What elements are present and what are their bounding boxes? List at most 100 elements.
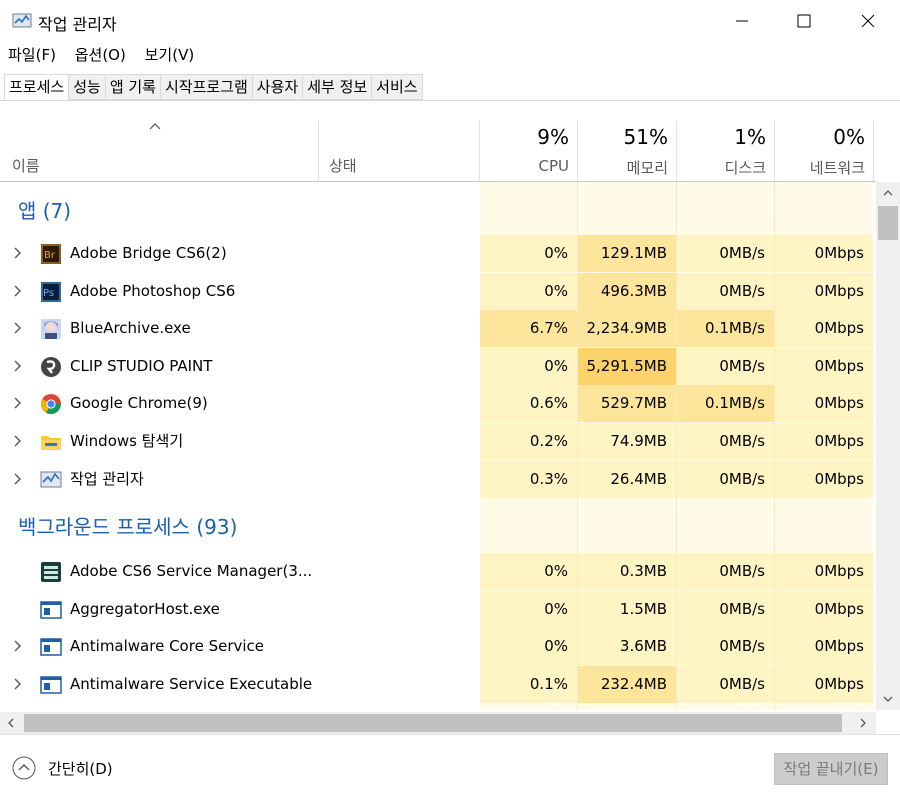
tab-users[interactable]: 사용자 xyxy=(251,74,304,100)
header-network[interactable]: 0% 네트워크 xyxy=(775,121,873,181)
cpu-cell: 0.3% xyxy=(480,460,577,498)
process-name: BlueArchive.exe xyxy=(70,319,191,338)
service-manager-icon xyxy=(41,562,61,582)
tab-startup[interactable]: 시작프로그램 xyxy=(159,74,253,100)
clip-studio-icon xyxy=(41,356,61,377)
process-row[interactable]: AggregatorHost.exe 0% 1.5MB 0MB/s 0Mbps xyxy=(0,590,876,628)
disk-cell: 0MB/s xyxy=(677,423,774,460)
chevron-right-icon[interactable] xyxy=(12,473,24,485)
maximize-button[interactable] xyxy=(772,0,836,42)
header-name-label: 이름 xyxy=(12,157,40,175)
process-row[interactable]: CLIP STUDIO PAINT 0% 5,291.5MB 0MB/s 0Mbps xyxy=(0,347,876,385)
cpu-cell: 0.2% xyxy=(480,423,577,460)
network-cell: 0Mbps xyxy=(775,235,873,272)
process-row[interactable]: Adobe CS6 Service Manager(3... 0% 0.3MB 0MB… xyxy=(0,553,876,590)
disk-cell: 0MB/s xyxy=(677,553,774,590)
bluearchive-icon xyxy=(41,319,61,340)
network-cell: 0Mbps xyxy=(775,423,873,460)
chevron-right-icon[interactable] xyxy=(12,360,24,372)
process-row[interactable]: Antimalware Service Executable 0.1% 232.4M… xyxy=(0,665,876,703)
sort-up-icon xyxy=(149,123,161,130)
adobe-bridge-icon: Br xyxy=(41,244,61,264)
chevron-right-icon[interactable] xyxy=(12,678,24,690)
cpu-cell: 0.6% xyxy=(480,385,577,423)
horizontal-scroll-thumb[interactable] xyxy=(24,714,842,732)
disk-cell: 0MB/s xyxy=(677,665,774,703)
menu-file[interactable]: 파일(F) xyxy=(8,44,56,65)
maximize-icon xyxy=(797,14,811,28)
cpu-cell: 0% xyxy=(480,272,577,310)
close-button[interactable] xyxy=(836,0,900,42)
process-row[interactable]: Windows 탐색기 0.2% 74.9MB 0MB/s 0Mbps xyxy=(0,423,876,460)
window-title: 작업 관리자 xyxy=(38,15,117,34)
network-cell: 0Mbps xyxy=(775,665,873,703)
menu-bar: 파일(F) 옵션(O) 보기(V) xyxy=(0,44,200,68)
memory-cell: 496.3MB xyxy=(578,272,676,310)
disk-cell: 0MB/s xyxy=(677,347,774,385)
scroll-right-icon[interactable] xyxy=(860,718,866,728)
task-manager-icon xyxy=(12,13,32,28)
process-name: Adobe Bridge CS6(2) xyxy=(70,244,227,262)
network-cell: 0Mbps xyxy=(775,628,873,666)
chevron-right-icon[interactable] xyxy=(12,397,24,409)
tab-services[interactable]: 서비스 xyxy=(371,74,423,100)
chevron-right-icon[interactable] xyxy=(12,285,24,297)
chevron-right-icon[interactable] xyxy=(12,640,24,652)
header-disk[interactable]: 1% 디스크 xyxy=(677,121,774,181)
process-row[interactable]: BlueArchive.exe 6.7% 2,234.9MB 0.1MB/s 0Mbps xyxy=(0,310,876,348)
tab-details[interactable]: 세부 정보 xyxy=(302,74,373,100)
chevron-right-icon[interactable] xyxy=(12,322,24,334)
cpu-total: 9% xyxy=(537,125,569,149)
minimize-button[interactable] xyxy=(710,0,774,42)
network-cell: 0Mbps xyxy=(775,590,873,628)
header-status-label: 상태 xyxy=(329,157,357,175)
menu-options[interactable]: 옵션(O) xyxy=(75,44,126,65)
window-app-icon xyxy=(40,600,62,619)
memory-cell: 74.9MB xyxy=(578,423,676,460)
process-name: Adobe Photoshop CS6 xyxy=(70,281,236,300)
scroll-up-icon[interactable] xyxy=(883,190,893,196)
close-icon xyxy=(861,14,875,28)
vertical-scrollbar[interactable] xyxy=(876,182,900,710)
header-memory-label: 메모리 xyxy=(626,159,668,177)
header-status[interactable]: 상태 xyxy=(319,121,479,181)
vertical-scroll-thumb[interactable] xyxy=(878,206,898,240)
process-row[interactable]: 작업 관리자 0.3% 26.4MB 0MB/s 0Mbps xyxy=(0,460,876,498)
process-row[interactable]: Br Adobe Bridge CS6(2) 0% 129.1MB 0MB/s 0Mbps xyxy=(0,235,876,272)
network-cell: 0Mbps xyxy=(775,310,873,348)
process-row[interactable]: Google Chrome(9) 0.6% 529.7MB 0.1MB/s 0Mbps xyxy=(0,385,876,423)
memory-cell: 26.4MB xyxy=(578,460,676,498)
column-divider[interactable] xyxy=(873,121,874,181)
process-row[interactable]: Antimalware Core Service 0% 3.6MB 0MB/s 0Mbp… xyxy=(0,628,876,666)
header-network-label: 네트워크 xyxy=(809,159,865,177)
end-task-button[interactable]: 작업 끝내기(E) xyxy=(774,753,888,785)
task-manager-icon xyxy=(40,471,62,488)
header-memory[interactable]: 51% 메모리 xyxy=(578,121,676,181)
window-app-icon xyxy=(40,638,62,656)
tab-strip: 프로세스 성능 앱 기록 시작프로그램 사용자 세부 정보 서비스 xyxy=(4,74,423,101)
scroll-down-icon[interactable] xyxy=(883,696,893,702)
header-disk-label: 디스크 xyxy=(724,159,766,177)
disk-cell: 0.1MB/s xyxy=(677,310,774,348)
chevron-right-icon[interactable] xyxy=(12,435,24,447)
tab-performance[interactable]: 성능 xyxy=(68,74,106,100)
horizontal-scrollbar[interactable] xyxy=(0,712,876,734)
process-row[interactable]: Ps Adobe Photoshop CS6 0% 496.3MB 0MB/s 0Mbps xyxy=(0,272,876,310)
tab-app-history[interactable]: 앱 기록 xyxy=(104,74,161,100)
tab-divider xyxy=(0,100,900,101)
cpu-cell: 0% xyxy=(480,347,577,385)
group-apps-title: 앱 (7) xyxy=(18,199,72,223)
chevron-right-icon[interactable] xyxy=(12,247,24,259)
cpu-cell: 0% xyxy=(480,553,577,590)
tab-processes[interactable]: 프로세스 xyxy=(4,74,70,101)
process-name: Google Chrome(9) xyxy=(70,394,208,413)
group-apps[interactable]: 앱 (7) xyxy=(0,186,876,234)
memory-cell: 0.3MB xyxy=(578,553,676,590)
scroll-left-icon[interactable] xyxy=(8,718,14,728)
group-background[interactable]: 백그라운드 프로세스 (93) xyxy=(0,502,876,552)
header-name[interactable]: 이름 xyxy=(0,121,318,181)
collapse-button[interactable]: 간단히(D) xyxy=(12,756,113,780)
header-cpu[interactable]: 9% CPU xyxy=(480,121,577,181)
process-name: 작업 관리자 xyxy=(70,469,144,488)
menu-view[interactable]: 보기(V) xyxy=(145,44,195,65)
